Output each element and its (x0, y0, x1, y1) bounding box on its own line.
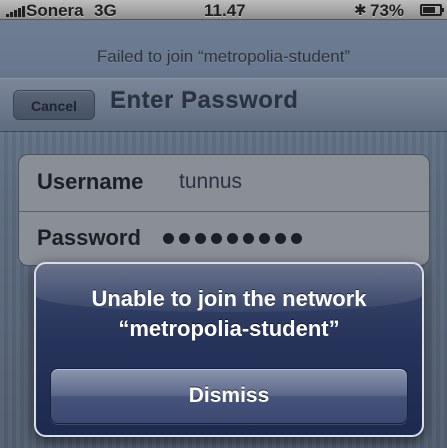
clock: 11.47 (204, 1, 246, 20)
carrier-name: Sonera (26, 1, 84, 20)
username-label: Username (37, 169, 144, 194)
alert-message-line-1: Unable to join the network (91, 286, 367, 311)
alert-message: Unable to join the network “metropolia-s… (36, 284, 422, 344)
password-dot (163, 233, 174, 244)
network-type: 3G (94, 1, 117, 20)
username-field[interactable]: tunnus (179, 170, 242, 194)
password-dot (179, 233, 190, 244)
dismiss-button[interactable]: Dismiss (50, 368, 408, 424)
alert-message-line-2: “metropolia-student” (118, 316, 340, 341)
password-dot (195, 233, 206, 244)
password-dot (259, 233, 270, 244)
battery-icon (420, 4, 444, 16)
credentials-form: Username tunnus Password (18, 154, 430, 266)
cancel-button[interactable]: Cancel (13, 90, 95, 120)
username-row[interactable]: Username tunnus (19, 155, 429, 212)
alert-dialog: Unable to join the network “metropolia-s… (34, 262, 424, 437)
bluetooth-icon: ✱ (354, 2, 367, 19)
password-dot (243, 233, 254, 244)
failure-prompt: Failed to join “metropolia-student” (96, 47, 351, 66)
password-label: Password (37, 225, 141, 250)
password-dot (275, 233, 286, 244)
password-field[interactable] (163, 224, 302, 244)
battery-level (423, 7, 435, 13)
password-dot (227, 233, 238, 244)
battery-percentage: 73% (370, 1, 405, 20)
page-title: Enter Password (110, 87, 299, 114)
password-dot (291, 233, 302, 244)
signal-strength-icon (6, 5, 25, 17)
navigation-bar: Cancel Enter Password (0, 78, 447, 132)
status-bar: Sonera 3G 11.47 ✱ 73% (0, 0, 447, 20)
password-dot (211, 233, 222, 244)
password-row[interactable]: Password (19, 211, 429, 265)
